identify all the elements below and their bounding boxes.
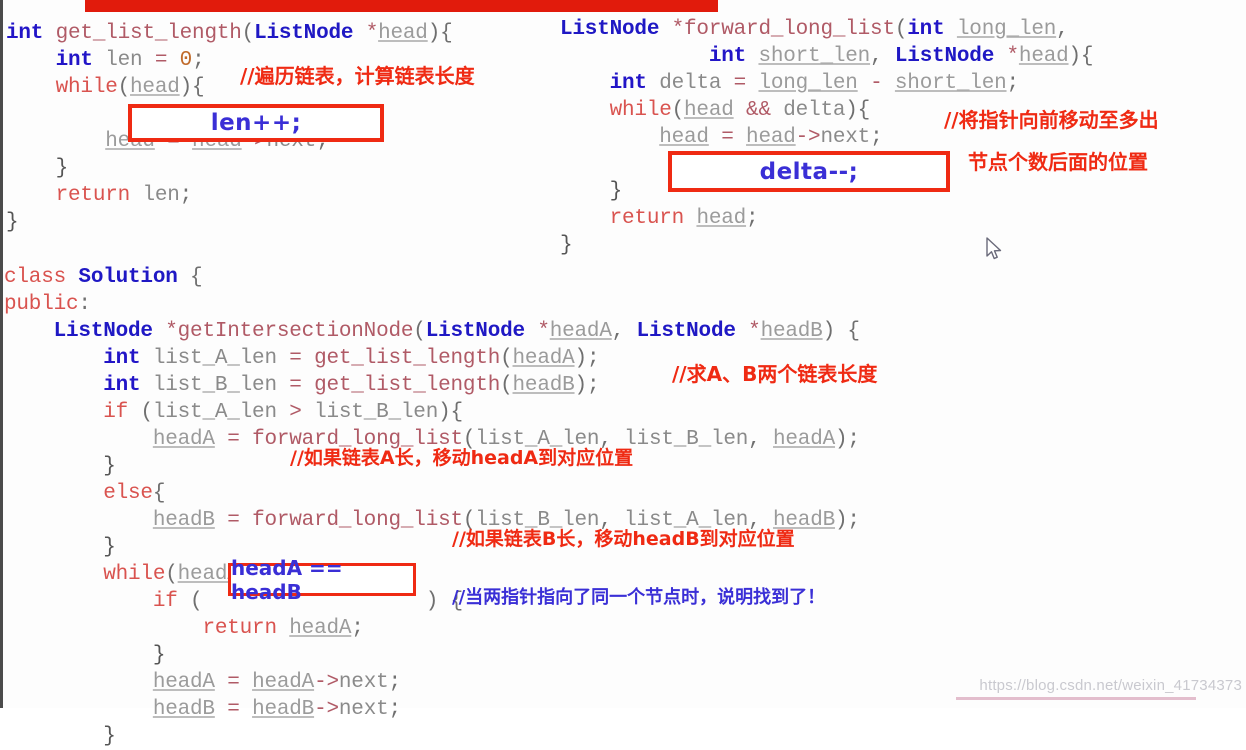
annotation-found-node: //当两指针指向了同一个节点时，说明找到了！	[452, 587, 826, 608]
highlight-box-delta-decrement: delta--;	[668, 151, 950, 192]
highlight-box-len-increment: len++;	[128, 104, 384, 142]
annotation-get-lengths: //求A、B两个链表长度	[672, 362, 878, 386]
highlight-box-heada-equals-headb: headA == headB	[228, 556, 416, 604]
top-red-banner	[85, 0, 718, 12]
annotation-if-b-longer: //如果链表B长，移动headB到对应位置	[452, 528, 795, 550]
csdn-watermark: https://blog.csdn.net/weixin_41734373	[979, 677, 1242, 694]
annotation-forward-pointer-line2: 节点个数后面的位置	[968, 150, 1148, 174]
code-block-forward-long-list: ListNode *forward_long_list(int long_len…	[560, 18, 1094, 257]
annotation-forward-pointer-line1: //将指针向前移动至多出	[944, 108, 1159, 132]
annotation-if-a-longer: //如果链表A长，移动headA到对应位置	[290, 447, 634, 469]
code-block-solution: class Solution { public: ListNode *getIn…	[4, 266, 860, 748]
slide-left-edge	[0, 0, 3, 708]
watermark-underline	[956, 697, 1196, 700]
mouse-pointer-icon	[986, 237, 1002, 260]
annotation-traverse-list: //遍历链表，计算链表长度	[240, 64, 475, 88]
